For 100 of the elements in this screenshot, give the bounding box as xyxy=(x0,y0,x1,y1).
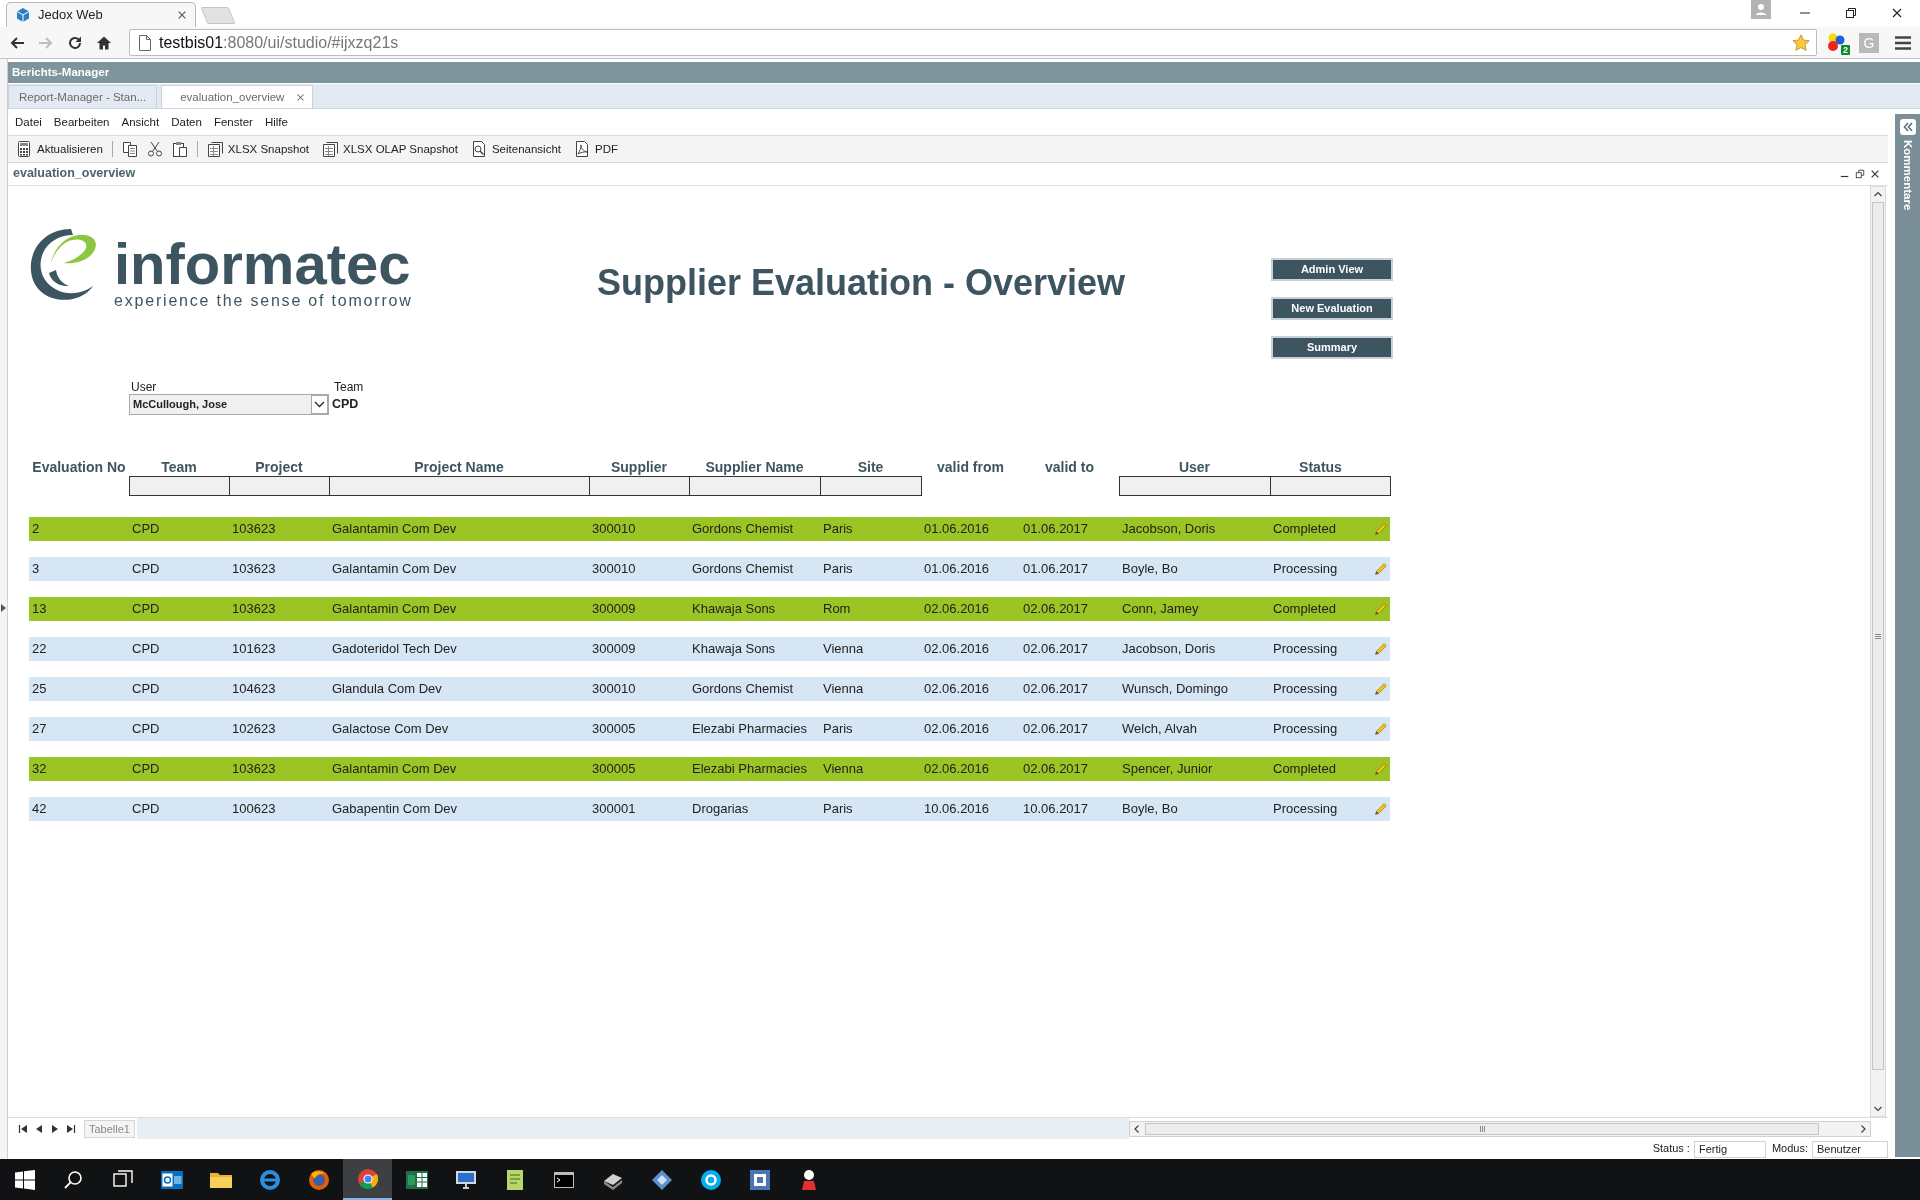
restore-icon[interactable] xyxy=(1845,6,1857,19)
chevron-down-icon[interactable] xyxy=(311,395,328,414)
table-cell-text: 22 xyxy=(31,640,48,658)
close-icon[interactable] xyxy=(1870,169,1880,179)
toolbar-button[interactable]: XLSX OLAP Snapshot xyxy=(322,141,458,157)
user-dropdown[interactable]: McCullough, Jose xyxy=(129,394,329,415)
clipboard-icon[interactable] xyxy=(171,141,188,157)
horizontal-scrollbar[interactable] xyxy=(1129,1120,1871,1137)
field-label: User xyxy=(131,380,158,394)
scroll-up-icon[interactable] xyxy=(1873,189,1883,199)
tile-icon[interactable] xyxy=(747,1167,772,1192)
table-cell-text: 01.06.2017 xyxy=(1022,560,1090,578)
table-cell-text: Khawaja Sons xyxy=(691,640,777,658)
filter-field[interactable] xyxy=(589,476,690,496)
table-cell-text: Processing xyxy=(1272,720,1339,738)
action-button[interactable]: New Evaluation xyxy=(1271,297,1393,320)
filter-field[interactable] xyxy=(329,476,590,496)
column-header: valid to xyxy=(1044,459,1095,476)
home-icon[interactable] xyxy=(96,34,112,51)
menu-item[interactable]: Bearbeiten xyxy=(53,114,110,130)
skip-start-icon[interactable] xyxy=(18,1123,28,1134)
ring-icon[interactable] xyxy=(257,1167,282,1192)
vertical-scrollbar[interactable] xyxy=(1870,186,1886,1117)
windows-logo-icon[interactable] xyxy=(12,1167,37,1192)
scrollbar-thumb[interactable] xyxy=(1145,1122,1819,1135)
action-button[interactable]: Summary xyxy=(1271,336,1393,359)
filter-field[interactable] xyxy=(1270,476,1391,496)
close-icon[interactable] xyxy=(177,10,187,20)
double-chevron-icon[interactable] xyxy=(1899,119,1916,135)
copy-icon[interactable] xyxy=(121,141,138,157)
triangle-left-icon[interactable] xyxy=(34,1123,44,1134)
star-icon[interactable] xyxy=(1792,33,1810,52)
filter-field[interactable] xyxy=(689,476,821,496)
toolbar-button[interactable]: Aktualisieren xyxy=(16,141,103,157)
triangle-right-icon[interactable] xyxy=(50,1123,60,1134)
table-cell-text: CPD xyxy=(131,760,161,778)
table-cell-text: 01.06.2016 xyxy=(923,520,991,538)
toolbar-button[interactable]: Seitenansicht xyxy=(470,141,561,157)
table-cell-text: Galantamin Com Dev xyxy=(331,560,458,578)
pencil-icon[interactable] xyxy=(1373,642,1388,656)
table-cell-text: 103623 xyxy=(231,600,277,618)
menu-icon[interactable] xyxy=(1894,34,1912,51)
table-cell-text: Boyle, Bo xyxy=(1121,800,1179,818)
toolbar-button[interactable]: PDF xyxy=(573,141,618,157)
skip-end-icon[interactable] xyxy=(66,1123,76,1134)
pencil-icon[interactable] xyxy=(1373,722,1388,736)
table-cell-text: Jacobson, Doris xyxy=(1121,640,1217,658)
scissors-icon[interactable] xyxy=(146,141,163,157)
menu-item[interactable]: Fenster xyxy=(213,114,253,130)
pencil-icon[interactable] xyxy=(1373,802,1388,816)
filter-field[interactable] xyxy=(820,476,922,496)
table-cell-text: CPD xyxy=(131,720,161,738)
table-cell-text: Elezabi Pharmacies xyxy=(691,760,808,778)
action-button[interactable]: Admin View xyxy=(1271,258,1393,281)
table-cell-text: Glandula Com Dev xyxy=(331,680,443,698)
column-header: Supplier Name xyxy=(704,459,805,476)
back-arrow-icon[interactable] xyxy=(9,34,25,51)
table-cell-text: 300010 xyxy=(591,680,637,698)
table-cell-text: Paris xyxy=(822,800,854,818)
close-icon[interactable] xyxy=(1891,6,1903,19)
filter-field[interactable] xyxy=(129,476,230,496)
caret-icon[interactable] xyxy=(1,604,6,612)
table-cell-text: Processing xyxy=(1272,640,1339,658)
reload-icon[interactable] xyxy=(67,34,83,51)
table-cell-text: Completed xyxy=(1272,760,1337,778)
menu-item[interactable]: Daten xyxy=(171,114,202,130)
table-cell-text: 25 xyxy=(31,680,48,698)
table-cell-text: 300001 xyxy=(591,800,637,818)
table-cell-text: Processing xyxy=(1272,800,1339,818)
pencil-icon[interactable] xyxy=(1373,682,1388,696)
filter-field[interactable] xyxy=(229,476,330,496)
scroll-right-icon[interactable] xyxy=(1858,1123,1868,1134)
table-cell-text: Drogarias xyxy=(691,800,750,818)
table-cell-text: Elezabi Pharmacies xyxy=(691,720,808,738)
taskbar-button[interactable] xyxy=(343,1159,392,1200)
menu-item[interactable]: Hilfe xyxy=(264,114,288,130)
segmented-circle-icon[interactable] xyxy=(355,1166,380,1191)
restore-icon[interactable] xyxy=(1855,169,1865,179)
menu-item[interactable]: Datei xyxy=(15,114,42,130)
scroll-down-icon[interactable] xyxy=(1873,1104,1883,1114)
column-header: Status xyxy=(1298,459,1343,476)
grip-icon xyxy=(1479,1125,1485,1132)
document-tab[interactable]: Report-Manager - Stan... xyxy=(8,85,158,108)
document-tab[interactable]: evaluation_overview xyxy=(161,85,314,108)
document-icon xyxy=(573,141,590,157)
table-cell-text: 02.06.2017 xyxy=(1022,600,1090,618)
address-bar[interactable]: testbis01:8080/ui/studio/#ijxzq21s xyxy=(129,29,1817,56)
scroll-left-icon[interactable] xyxy=(1132,1123,1142,1134)
toolbar-button[interactable]: XLSX Snapshot xyxy=(206,141,310,157)
filter-field[interactable] xyxy=(1119,476,1271,496)
orb-icon[interactable] xyxy=(306,1167,331,1192)
circle-icon[interactable] xyxy=(698,1167,723,1192)
pencil-icon[interactable] xyxy=(1373,562,1388,576)
scrollbar-thumb[interactable] xyxy=(1872,202,1884,1070)
page-icon xyxy=(138,34,152,51)
table-cell-text: Completed xyxy=(1272,520,1337,538)
table-cell-text: CPD xyxy=(131,600,161,618)
menu-item[interactable]: Ansicht xyxy=(121,114,160,130)
browser-tab[interactable]: Jedox Web xyxy=(6,2,196,27)
status-value: Fertig xyxy=(1693,1140,1766,1158)
